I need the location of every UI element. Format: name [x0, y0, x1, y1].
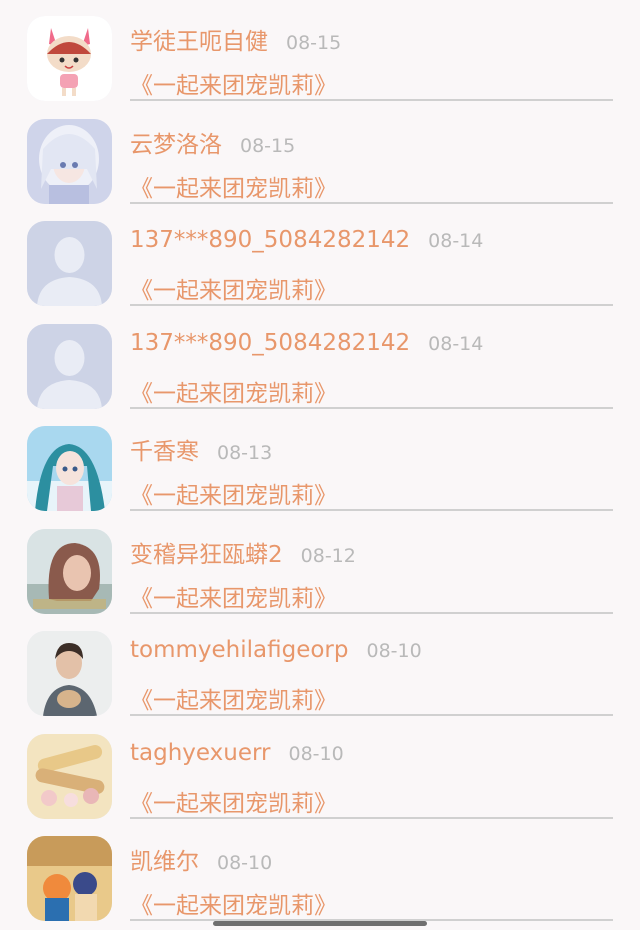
reader-list: 学徒王呃自健 08-15 《一起来团宠凯莉》 云梦洛洛 08-15 《一起来团宠… [0, 0, 640, 923]
book-title[interactable]: 《一起来团宠凯莉》 [130, 169, 337, 203]
list-item[interactable]: 137***890_5084282142 08-14 《一起来团宠凯莉》 [0, 205, 640, 308]
anime-teal-hair-avatar[interactable] [27, 426, 112, 511]
user-name[interactable]: 137***890_5084282142 [130, 330, 410, 356]
name-line: 凯维尔 08-10 [130, 842, 272, 878]
date-label: 08-14 [428, 230, 484, 252]
divider [130, 714, 613, 716]
cartoon-kids-avatar[interactable] [27, 836, 112, 921]
name-line: 137***890_5084282142 08-14 [130, 330, 483, 366]
date-label: 08-10 [217, 852, 273, 874]
divider [130, 611, 613, 614]
user-name[interactable]: 千香寒 [130, 432, 199, 466]
book-title[interactable]: 《一起来团宠凯莉》 [130, 476, 337, 510]
name-line: 137***890_5084282142 08-14 [130, 227, 483, 263]
date-label: 08-10 [366, 640, 422, 662]
anime-girl-lace-avatar[interactable] [27, 118, 112, 204]
name-line: taghyexuerr 08-10 [130, 740, 344, 776]
book-title[interactable]: 《一起来团宠凯莉》 [130, 374, 337, 408]
date-label: 08-15 [286, 32, 342, 54]
date-label: 08-12 [300, 544, 356, 567]
book-title[interactable]: 《一起来团宠凯莉》 [130, 784, 337, 818]
food-snacks-avatar[interactable] [27, 733, 112, 819]
divider [130, 201, 613, 204]
book-title[interactable]: 《一起来团宠凯莉》 [130, 271, 337, 305]
book-title[interactable]: 《一起来团宠凯莉》 [130, 66, 337, 100]
name-line: tommyehilafigeorp 08-10 [130, 637, 422, 673]
book-title[interactable]: 《一起来团宠凯莉》 [130, 579, 337, 613]
user-name[interactable]: tommyehilafigeorp [130, 637, 348, 663]
name-line: 变稽异狂瓯蟒2 08-12 [130, 535, 356, 571]
list-item[interactable]: 云梦洛洛 08-15 《一起来团宠凯莉》 [0, 103, 640, 206]
list-item[interactable]: tommyehilafigeorp 08-10 《一起来团宠凯莉》 [0, 615, 640, 718]
man-with-cat-avatar[interactable] [27, 631, 112, 716]
list-item[interactable]: 变稽异狂瓯蟒2 08-12 《一起来团宠凯莉》 [0, 513, 640, 616]
divider [130, 406, 613, 409]
bunny-hat-girl-avatar[interactable] [27, 16, 112, 101]
user-name[interactable]: taghyexuerr [130, 740, 271, 766]
book-title[interactable]: 《一起来团宠凯莉》 [130, 886, 337, 920]
name-line: 千香寒 08-13 [130, 432, 272, 468]
user-name[interactable]: 变稽异狂瓯蟒2 [130, 535, 283, 569]
divider [130, 816, 613, 819]
default-person-avatar[interactable] [27, 221, 112, 306]
name-line: 学徒王呃自健 08-15 [130, 22, 341, 58]
date-label: 08-14 [428, 332, 484, 355]
divider [130, 304, 613, 306]
home-indicator[interactable] [213, 921, 427, 926]
date-label: 08-10 [288, 742, 344, 765]
user-name[interactable]: 学徒王呃自健 [130, 22, 268, 56]
user-name[interactable]: 凯维尔 [130, 842, 199, 876]
divider [130, 99, 613, 101]
book-title[interactable]: 《一起来团宠凯莉》 [130, 681, 337, 715]
user-name[interactable]: 云梦洛洛 [130, 125, 222, 159]
woman-portrait-avatar[interactable] [27, 528, 112, 614]
list-item[interactable]: 学徒王呃自健 08-15 《一起来团宠凯莉》 [0, 0, 640, 103]
list-item[interactable]: 凯维尔 08-10 《一起来团宠凯莉》 [0, 820, 640, 923]
name-line: 云梦洛洛 08-15 [130, 125, 295, 161]
divider [130, 509, 613, 511]
list-item[interactable]: taghyexuerr 08-10 《一起来团宠凯莉》 [0, 718, 640, 821]
default-person-avatar[interactable] [27, 323, 112, 409]
list-item[interactable]: 137***890_5084282142 08-14 《一起来团宠凯莉》 [0, 308, 640, 411]
user-name[interactable]: 137***890_5084282142 [130, 227, 410, 253]
date-label: 08-15 [240, 134, 296, 157]
date-label: 08-13 [217, 442, 273, 464]
list-item[interactable]: 千香寒 08-13 《一起来团宠凯莉》 [0, 410, 640, 513]
